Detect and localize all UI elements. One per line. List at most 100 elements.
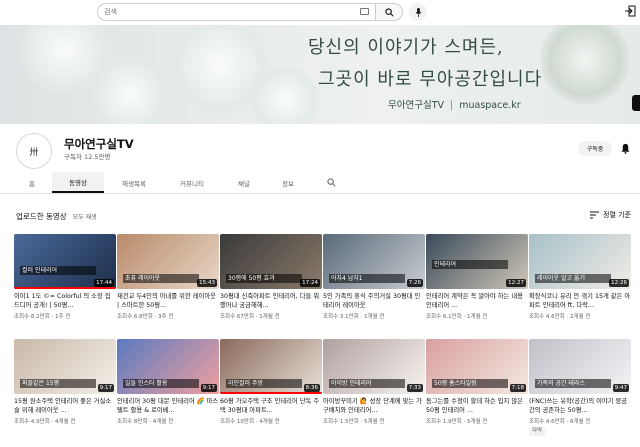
video-thumbnail[interactable]: 30평에 50평 효과 17:24 <box>220 234 322 289</box>
caption-badge: 자막 <box>529 427 546 436</box>
search-icon <box>326 178 335 187</box>
video-title[interactable]: 인테리어 계약은 꼭 알아야 하는 내용 인테리어 ... <box>426 292 528 310</box>
subscribe-button[interactable]: 구독중 <box>578 141 612 156</box>
video-title[interactable]: 확장식코니 유리 안 겪기 15개 같은 아파트 인테리어 ft. 다락... <box>529 292 631 310</box>
video-meta: 조회수 4.6만회 · 2개월 전 <box>529 314 591 320</box>
search-icon <box>384 7 393 16</box>
video-title[interactable]: (FNC)쓰는 유학(공간)의 이야기 뭉공간의 공존하는 50평... <box>529 397 631 415</box>
video-duration: 8:36 <box>303 384 320 392</box>
video-thumbnail[interactable]: 가족의 공간 테라스 9:47 <box>529 339 631 394</box>
video-thumbnail[interactable]: 아이방 인테리어 7:33 <box>323 339 425 394</box>
video-duration: 12:26 <box>609 279 629 287</box>
banner-brand: 무아연구실TV | muaspace.kr <box>388 100 521 111</box>
watch-progress-bar <box>220 392 322 394</box>
tab-community[interactable]: 커뮤니티 <box>166 172 218 193</box>
tab-search[interactable] <box>316 172 346 193</box>
video-meta: 조회수 4.6만회 · 6개월 전 <box>529 419 591 425</box>
video-title[interactable]: 인테리어 30평 대문 인테리어 🌈 마스텔트 활용 & 로이베... <box>117 397 219 415</box>
video-thumbnail[interactable]: 어자4 남자1 7:26 <box>323 234 425 289</box>
video-meta: 조회수 1.9만회 · 5개월 전 <box>426 419 488 425</box>
video-meta: 조회수 3.1만회 · 1개월 전 <box>323 314 385 320</box>
tab-videos[interactable]: 동영상 <box>52 172 104 193</box>
tab-home[interactable]: 홈 <box>14 172 50 193</box>
subscriber-count: 구독자 12.5만명 <box>64 153 111 161</box>
mic-icon <box>415 7 421 17</box>
video-thumbnail[interactable]: 퍼즐같은 15평 9:17 <box>14 339 116 394</box>
search-button[interactable] <box>376 3 403 21</box>
video-meta: 조회수 6.8만회 · 3주 전 <box>117 314 174 320</box>
banner-edge-handle <box>632 95 640 111</box>
sort-button[interactable]: 정렬 기준 <box>590 210 631 220</box>
thumbnail-caption: 가족의 공간 테라스 <box>535 379 611 388</box>
sort-icon <box>590 211 599 219</box>
channel-tabs: 홈 동영상 재생목록 커뮤니티 채널 정보 <box>0 172 640 194</box>
video-title[interactable]: 아이방꾸미기 🙋 성장 단계에 맞는 가구배치와 인테리어... <box>323 397 425 415</box>
thumbnail-caption: 일들 인스타 활용 <box>123 379 199 388</box>
avatar-logo: 卅 <box>29 147 39 158</box>
watch-progress-bar <box>14 287 116 289</box>
tab-playlists[interactable]: 재생목록 <box>108 172 160 193</box>
search-input[interactable] <box>104 8 354 16</box>
video-duration: 9:17 <box>200 384 217 392</box>
thumbnail-caption: 초퓨 레이아웃 <box>123 274 199 283</box>
video-thumbnail[interactable]: 인테리어 12:27 <box>426 234 528 289</box>
channel-banner: 당신의 이야기가 스며든, 그곳이 바로 무아공간입니다 무아연구실TV | mua… <box>0 25 640 124</box>
thumbnail-caption: 30평에 50평 효과 <box>226 274 302 283</box>
video-title[interactable]: 동그는를 수정이 할데 하슨 입지 많은 50평 인테리어 ... <box>426 397 528 415</box>
video-duration: 17:24 <box>300 279 320 287</box>
video-thumbnail[interactable]: 50평 홈스타일링 7:18 <box>426 339 528 394</box>
video-thumbnail[interactable]: 일들 인스타 활용 9:17 <box>117 339 219 394</box>
thumbnail-caption: 컬러 인테리어 <box>20 266 96 275</box>
video-title[interactable]: 5인 가족의 휴식 주의거실 30평대 인테리어 레이아웃 <box>323 292 425 310</box>
play-all-link[interactable]: 모두 재생 <box>73 214 97 221</box>
video-meta: 조회수 8.2만회 · 1주 전 <box>14 314 71 320</box>
section-header: 업로드한 동영상 모두 재생 <box>16 211 97 222</box>
thumbnail-caption: 인테리어 <box>432 260 508 269</box>
channel-name: 무아연구실TV <box>64 137 134 151</box>
video-meta: 조회수 1.5만회 · 5개월 전 <box>323 419 385 425</box>
banner-brand-name: 무아연구실TV <box>388 100 445 111</box>
channel-avatar[interactable]: 卅 <box>16 133 52 169</box>
sort-label: 정렬 기준 <box>603 211 631 219</box>
video-thumbnail[interactable]: 라인컬러 주방 8:36 <box>220 339 322 394</box>
banner-headline-2: 그곳이 바로 무아공간입니다 <box>318 69 543 90</box>
video-duration: 7:33 <box>406 384 423 392</box>
video-title[interactable]: 30평대 신축아파트 인테리어, 다들 뭐했어나 궁금해해... <box>220 292 322 310</box>
video-title[interactable]: 이이1 1도 ©= Colorful 의 소장 집 드디어 공개! | 50평.… <box>14 292 116 310</box>
thumbnail-caption: 퍼즐같은 15평 <box>20 379 96 388</box>
video-thumbnail[interactable]: 초퓨 레이아웃 15:43 <box>117 234 219 289</box>
banner-brand-url: muaspace.kr <box>459 100 521 111</box>
channel-header: 卅 무아연구실TV 구독자 12.5만명 구독중 <box>0 124 640 172</box>
section-title: 업로드한 동영상 <box>16 212 67 221</box>
video-duration: 7:26 <box>406 279 423 287</box>
video-title[interactable]: 재건교 두4인의 아내를 위한 레이아웃 | 스마트한 50평... <box>117 292 219 310</box>
video-duration: 12:27 <box>506 279 526 287</box>
thumbnail-caption: 레이아웃 알고 옮기 <box>535 274 611 283</box>
keyboard-icon[interactable] <box>360 8 369 15</box>
video-title[interactable]: 15평 원소주택 인테리어 좋은 거실소슬 위해 레이아웃 ... <box>14 397 116 415</box>
video-meta: 조회수 6.1만회 · 1개월 전 <box>426 314 488 320</box>
video-thumbnail[interactable]: 레이아웃 알고 옮기 12:26 <box>529 234 631 289</box>
banner-headline-1: 당신의 이야기가 스며든, <box>308 37 504 58</box>
bell-icon[interactable] <box>620 143 631 154</box>
video-thumbnail[interactable]: 컬러 인테리어 17:44 <box>14 234 116 289</box>
voice-search-button[interactable] <box>409 3 427 21</box>
video-duration: 9:17 <box>97 384 114 392</box>
sign-in-icon[interactable] <box>624 5 636 17</box>
video-title[interactable]: 60평 가오주택 구조 인테리어 단독 주택 30평대 아파트... <box>220 397 322 415</box>
tab-channels[interactable]: 채널 <box>226 172 262 193</box>
video-duration: 17:44 <box>94 279 114 287</box>
video-duration: 9:47 <box>612 384 629 392</box>
thumbnail-caption: 라인컬러 주방 <box>226 379 302 388</box>
video-meta: 조회수 8만회 · 4개월 전 <box>117 419 174 425</box>
tab-about[interactable]: 정보 <box>270 172 306 193</box>
video-meta: 조회수 67만회 · 1개월 전 <box>220 314 280 320</box>
top-bar <box>0 0 640 25</box>
thumbnail-caption: 50평 홈스타일링 <box>432 379 508 388</box>
video-meta: 조회수 4.9만회 · 4개월 전 <box>14 419 76 425</box>
thumbnail-caption: 어자4 남자1 <box>329 274 405 283</box>
video-duration: 15:43 <box>197 279 217 287</box>
thumbnail-caption: 아이방 인테리어 <box>329 379 405 388</box>
video-meta: 조회수 10만회 · 4개월 전 <box>220 419 280 425</box>
search-box[interactable] <box>97 3 376 21</box>
